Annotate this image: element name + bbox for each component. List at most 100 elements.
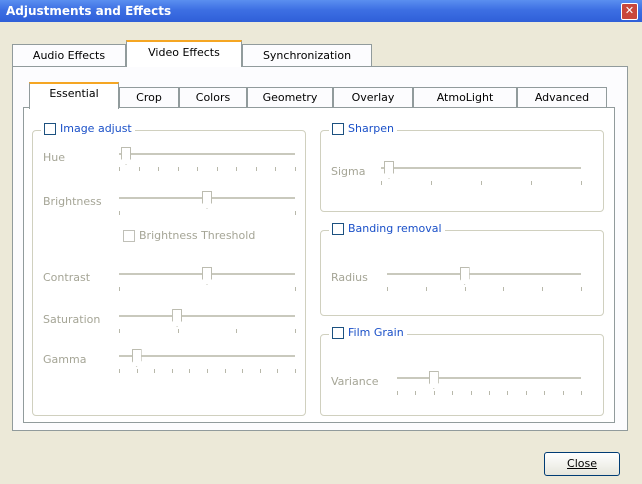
slider-tick — [397, 391, 398, 395]
tab-geometry[interactable]: Geometry — [247, 87, 333, 108]
slider-tick — [431, 181, 432, 185]
slider-track — [119, 153, 295, 156]
slider-thumb[interactable] — [172, 309, 183, 327]
slider-thumb[interactable] — [428, 371, 439, 389]
title-bar: Adjustments and Effects ✕ — [0, 0, 642, 22]
slider-tick — [489, 391, 490, 395]
slider-tick — [207, 369, 208, 373]
gamma-label: Gamma — [43, 353, 87, 366]
film-grain-group: Film Grain Variance — [320, 326, 604, 416]
slider-track — [119, 315, 295, 318]
tab-video-effects[interactable]: Video Effects — [126, 40, 242, 67]
slider-tick — [295, 167, 296, 171]
slider-tick — [154, 369, 156, 373]
slider-tick — [295, 329, 296, 333]
slider-tick — [452, 391, 454, 395]
sharpen-label: Sharpen — [348, 122, 394, 135]
image-adjust-legend: Image adjust — [41, 122, 135, 135]
sigma-slider[interactable] — [381, 161, 582, 189]
tab-synchronization[interactable]: Synchronization — [242, 44, 372, 66]
slider-tick — [481, 181, 482, 185]
contrast-label: Contrast — [43, 271, 91, 284]
slider-tick — [216, 167, 218, 171]
slider-tick — [507, 391, 509, 395]
tab-audio-effects[interactable]: Audio Effects — [12, 44, 126, 66]
hue-slider[interactable] — [119, 147, 296, 175]
hue-label: Hue — [43, 151, 66, 164]
close-button-label: Close — [567, 457, 597, 470]
slider-tick — [425, 287, 427, 291]
video-effects-panel: Essential Crop Colors Geometry Overlay A… — [12, 66, 628, 431]
slider-tick — [295, 287, 296, 291]
slider-tick — [525, 391, 527, 395]
image-adjust-group: Image adjust Hue Brightness Brightness T… — [32, 122, 306, 416]
slider-tick — [224, 369, 226, 373]
close-button[interactable]: Close — [544, 452, 620, 476]
image-adjust-checkbox[interactable] — [44, 122, 56, 135]
slider-tick — [189, 369, 191, 373]
slider-thumb[interactable] — [202, 191, 212, 209]
saturation-slider[interactable] — [119, 309, 296, 337]
slider-thumb[interactable] — [202, 267, 212, 285]
gamma-slider[interactable] — [119, 349, 296, 377]
slider-tick — [119, 211, 120, 215]
film-grain-checkbox[interactable] — [332, 326, 344, 339]
banding-removal-group: Banding removal Radius — [320, 222, 604, 316]
banding-removal-legend: Banding removal — [329, 222, 445, 235]
close-window-icon[interactable]: ✕ — [621, 3, 638, 20]
slider-tick — [562, 391, 564, 395]
slider-tick — [415, 391, 417, 395]
slider-tick — [470, 391, 472, 395]
film-grain-label: Film Grain — [348, 326, 404, 339]
image-adjust-label: Image adjust — [60, 122, 132, 135]
brightness-threshold-option[interactable]: Brightness Threshold — [123, 229, 255, 242]
film-grain-legend: Film Grain — [329, 326, 407, 339]
slider-thumb[interactable] — [459, 267, 470, 285]
tab-colors[interactable]: Colors — [179, 87, 247, 108]
contrast-slider[interactable] — [119, 267, 296, 295]
variance-slider[interactable] — [397, 371, 582, 399]
slider-tick — [581, 181, 582, 185]
banding-removal-checkbox[interactable] — [332, 222, 344, 235]
slider-tick — [138, 167, 140, 171]
slider-tick — [387, 287, 388, 291]
essential-panel: Image adjust Hue Brightness Brightness T… — [23, 107, 615, 423]
tab-atmolight[interactable]: AtmoLight — [413, 87, 517, 108]
tab-overlay[interactable]: Overlay — [333, 87, 413, 108]
slider-tick — [171, 369, 173, 373]
slider-tick — [581, 287, 582, 291]
slider-track — [381, 167, 581, 170]
variance-label: Variance — [331, 375, 379, 388]
tab-essential[interactable]: Essential — [29, 82, 119, 109]
tab-advanced[interactable]: Advanced — [517, 87, 607, 108]
slider-tick — [275, 167, 277, 171]
radius-slider[interactable] — [387, 267, 582, 295]
slider-tick — [119, 287, 120, 291]
slider-tick — [295, 211, 296, 215]
slider-tick — [581, 391, 582, 395]
sharpen-checkbox[interactable] — [332, 122, 344, 135]
slider-tick — [544, 391, 546, 395]
slider-tick — [177, 167, 179, 171]
banding-removal-label: Banding removal — [348, 222, 442, 235]
slider-thumb[interactable] — [121, 147, 132, 165]
slider-track — [387, 273, 581, 276]
tab-crop[interactable]: Crop — [119, 87, 179, 108]
slider-tick — [259, 369, 261, 373]
slider-tick — [197, 167, 199, 171]
brightness-threshold-label: Brightness Threshold — [139, 229, 256, 242]
saturation-label: Saturation — [43, 313, 101, 326]
slider-tick — [464, 287, 466, 291]
slider-tick — [295, 369, 296, 373]
slider-thumb[interactable] — [384, 161, 394, 179]
slider-tick — [236, 329, 238, 333]
brightness-threshold-checkbox[interactable] — [123, 229, 135, 242]
slider-tick — [277, 369, 279, 373]
slider-thumb[interactable] — [131, 349, 142, 367]
slider-tick — [158, 167, 160, 171]
slider-tick — [119, 167, 120, 171]
slider-tick — [136, 369, 138, 373]
slider-tick — [531, 181, 532, 185]
brightness-slider[interactable] — [119, 191, 296, 219]
sharpen-group: Sharpen Sigma — [320, 122, 604, 212]
